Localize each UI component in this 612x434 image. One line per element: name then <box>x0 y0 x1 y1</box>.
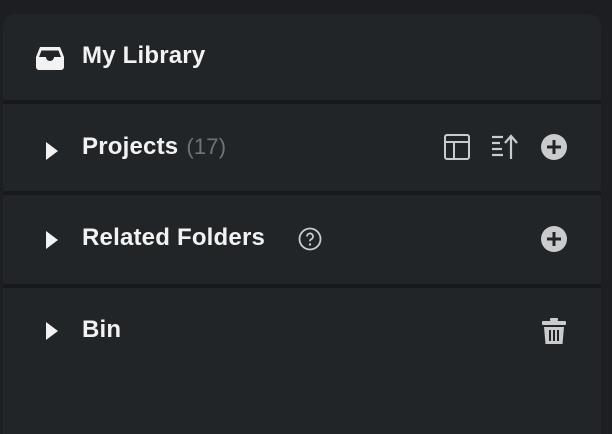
caret-right-icon[interactable] <box>45 321 59 341</box>
bin-label[interactable]: Bin <box>82 316 121 344</box>
divider <box>3 284 601 288</box>
add-circle-icon[interactable] <box>540 133 568 161</box>
projects-label[interactable]: Projects (17) <box>82 133 226 161</box>
library-panel: My Library Projects (17) Related Folders… <box>3 14 601 434</box>
projects-count: (17) <box>186 134 227 159</box>
bin-section[interactable]: Bin <box>3 289 601 377</box>
library-title: My Library <box>82 42 206 69</box>
related-folders-section[interactable]: Related Folders <box>3 196 601 284</box>
sort-icon[interactable] <box>491 133 519 161</box>
library-header[interactable]: My Library <box>3 14 601 100</box>
caret-right-icon[interactable] <box>45 141 59 161</box>
caret-right-icon[interactable] <box>45 230 59 250</box>
divider <box>3 191 601 195</box>
layout-icon[interactable] <box>443 133 471 161</box>
inbox-tray-icon <box>36 47 64 70</box>
add-circle-icon[interactable] <box>540 225 568 253</box>
help-circle-icon[interactable] <box>298 227 322 251</box>
divider <box>3 100 601 104</box>
projects-section[interactable]: Projects (17) <box>3 105 601 191</box>
trash-icon[interactable] <box>540 317 568 345</box>
related-folders-label[interactable]: Related Folders <box>82 224 265 252</box>
